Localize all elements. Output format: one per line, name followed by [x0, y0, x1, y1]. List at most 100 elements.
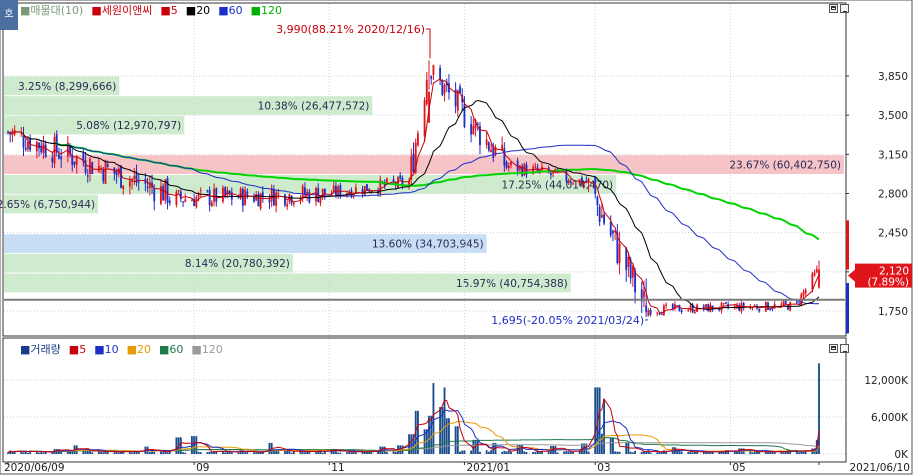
candle-body [182, 201, 184, 203]
volume-bar [44, 452, 47, 454]
volume-bar [255, 452, 258, 454]
candle-body [804, 289, 807, 294]
volume-bar [773, 452, 776, 454]
volume-bar [166, 452, 169, 454]
chart-settings-icon[interactable]: 호 [0, 0, 18, 30]
candle-body [177, 190, 180, 192]
candle-body [253, 196, 255, 202]
volume-bar [680, 451, 683, 454]
volume-bar [689, 451, 692, 454]
candle-body [815, 269, 818, 273]
volume-bar [253, 452, 255, 454]
volume-bar [237, 452, 240, 454]
volume-bar [479, 451, 481, 454]
current-price-change-label: (7.89%) [867, 277, 909, 289]
ma120-legend: ■120 [250, 4, 282, 17]
candle-body [162, 186, 165, 201]
candle-body [22, 135, 25, 148]
candle-body [769, 309, 772, 311]
price-pane-maximize-icon[interactable] [829, 4, 838, 13]
volume-bar [100, 452, 102, 454]
candle-body [122, 185, 125, 190]
volume-bar [206, 452, 209, 454]
volume-bar [102, 452, 105, 454]
candle-body [456, 90, 459, 111]
candle-body [284, 194, 286, 206]
candle-body [146, 186, 149, 188]
ma60-legend: ■60 [218, 4, 243, 17]
candle-body [603, 214, 605, 224]
candle-body [472, 125, 475, 135]
volume-bar [634, 450, 637, 454]
volume-bar [346, 452, 348, 454]
candle-body [335, 185, 337, 195]
price-legend: ■매물대(10) ■세원이앤씨 ■5 ■20 ■60 ■120 [20, 5, 290, 17]
candle-body [609, 221, 612, 236]
volume-bar [705, 452, 707, 454]
volume-bar [290, 452, 293, 454]
candle-body [649, 310, 652, 315]
volume-bar [197, 451, 200, 454]
volume-bar [456, 426, 459, 454]
volume-bar [91, 452, 94, 454]
current-price-tag-arrow [848, 269, 855, 282]
volume-pane-maximize-icon[interactable] [829, 344, 838, 353]
candle-body [237, 197, 240, 199]
volume-bar [230, 452, 233, 454]
volume-bar [818, 363, 820, 454]
volume-y-tick-label: 0K [894, 449, 909, 461]
candle-body [485, 139, 488, 146]
candle-body [572, 183, 574, 185]
volume-bar [337, 452, 340, 454]
candle-body [60, 156, 63, 160]
candle-body [443, 85, 446, 94]
volume-pane-minimize-icon[interactable] [840, 344, 849, 353]
stock-chart[interactable]: 3.25% (8,299,666) 10.38% (26,477,572) 5.08… [0, 0, 913, 475]
candle-body [813, 272, 816, 276]
candle-body [490, 149, 492, 153]
volume-bar [656, 452, 659, 454]
candle-body [439, 67, 442, 80]
volume-bar [510, 451, 512, 454]
price-pane-minimize-icon[interactable] [840, 4, 849, 13]
volume-bar [631, 452, 634, 454]
volume-bar [153, 451, 156, 454]
volume-bar [678, 450, 681, 454]
volume-bar [487, 451, 490, 454]
price-y-tick-label: 3,850 [878, 71, 908, 83]
candle-body [412, 153, 415, 172]
volume-bar [195, 436, 198, 454]
candle-body [86, 175, 89, 177]
candle-body [487, 142, 490, 151]
volume-bar [507, 450, 510, 454]
candle-body [818, 269, 820, 288]
ma5-legend: ■5 [160, 4, 178, 17]
candle-body [600, 214, 603, 218]
volume-profile-legend: ■매물대(10) [20, 4, 84, 17]
candle-body [693, 311, 696, 313]
price-y-tick-label: 3,500 [878, 110, 908, 122]
volume-bar [461, 450, 464, 454]
candle-body [153, 188, 156, 202]
candle-body [660, 314, 663, 316]
volume-profile-label: 8.14% (20,780,392) [185, 258, 290, 270]
candle-body [687, 310, 690, 312]
volume-bar [162, 452, 165, 454]
volume-bar [284, 450, 286, 454]
low-price-annotation: 1,695(-20.05% 2021/03/24) [491, 314, 644, 327]
volume-bar [753, 451, 756, 454]
candle-body [425, 79, 428, 104]
candle-body [115, 171, 118, 176]
candle-body [459, 86, 461, 94]
volume-bar [547, 451, 550, 454]
volume-bar [38, 452, 40, 454]
x-tick-label: 09 [196, 462, 209, 474]
candle-body [210, 202, 213, 207]
volume-bar [350, 452, 353, 454]
volume-bar [603, 399, 605, 454]
volume-profile-label: 15.97% (40,754,388) [456, 278, 568, 290]
candle-body [534, 166, 537, 168]
candle-body [795, 301, 798, 303]
candle-body [27, 141, 29, 150]
volume-bar [521, 444, 524, 454]
